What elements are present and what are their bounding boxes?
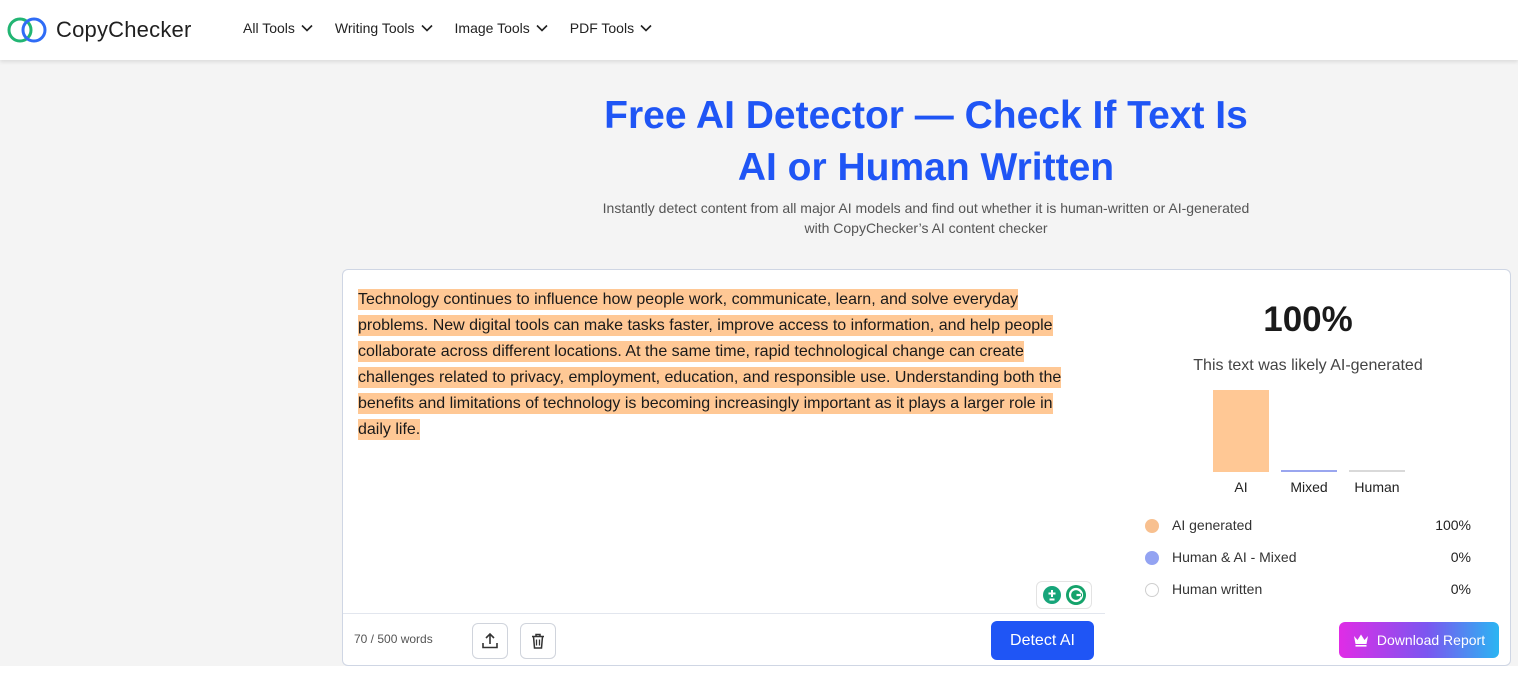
nav-label: Image Tools — [454, 20, 530, 36]
legend-row-mixed: Human & AI - Mixed 0% — [1145, 548, 1471, 580]
chevron-down-icon — [536, 24, 548, 32]
crown-icon — [1353, 634, 1368, 647]
page-title: Free AI Detector — Check If Text Is AI o… — [576, 90, 1276, 194]
text-input-panel: Technology continues to influence how pe… — [342, 269, 1106, 666]
nav-label: Writing Tools — [334, 20, 415, 36]
upload-icon — [482, 632, 498, 649]
page-title-line-1: Free AI Detector — Check If Text Is — [604, 94, 1248, 137]
nav-image-tools[interactable]: Image Tools — [455, 20, 548, 36]
lightbulb-plus-icon[interactable] — [1042, 585, 1062, 605]
download-report-button[interactable]: Download Report — [1339, 622, 1499, 658]
nav-all-tools[interactable]: All Tools — [243, 20, 313, 36]
legend-value: 100% — [1435, 517, 1471, 533]
legend-row-human: Human written 0% — [1145, 580, 1471, 612]
page-bottom-strip — [0, 666, 1518, 683]
chart-bar-human — [1349, 470, 1405, 472]
chart-category-label: AI — [1234, 479, 1247, 495]
legend-dot-mixed — [1145, 551, 1159, 565]
legend-value: 0% — [1450, 581, 1471, 597]
chart-category-label: Human — [1354, 479, 1399, 495]
brand-name: CopyChecker — [56, 17, 192, 42]
word-count: 70 / 500 words — [354, 632, 433, 646]
main-nav: All Tools Writing Tools Image Tools PDF … — [243, 20, 674, 36]
legend-value: 0% — [1450, 549, 1471, 565]
brand-logo[interactable]: CopyChecker — [6, 15, 191, 45]
download-report-label: Download Report — [1376, 632, 1486, 648]
clear-text-button[interactable] — [520, 623, 556, 659]
ai-score: 100% — [1263, 300, 1353, 339]
grammarly-icon[interactable] — [1065, 584, 1087, 606]
editor-footer: 70 / 500 words Detect AI — [343, 613, 1105, 666]
nav-label: PDF Tools — [569, 20, 635, 36]
detect-ai-button[interactable]: Detect AI — [991, 621, 1094, 660]
page-subtitle: Instantly detect content from all major … — [602, 200, 1250, 236]
legend-dot-human — [1145, 583, 1159, 597]
ai-highlighted-text: Technology continues to influence how pe… — [358, 289, 1062, 440]
chevron-down-icon — [301, 24, 313, 32]
legend-row-ai-generated: AI generated 100% — [1145, 516, 1471, 548]
nav-writing-tools[interactable]: Writing Tools — [335, 20, 433, 36]
nav-label: All Tools — [243, 20, 295, 36]
top-navbar: CopyChecker All Tools Writing Tools Imag… — [0, 0, 1518, 60]
chart-category-label: Mixed — [1290, 479, 1327, 495]
interlocking-rings-icon — [7, 17, 47, 43]
nav-pdf-tools[interactable]: PDF Tools — [570, 20, 652, 36]
verdict-text: This text was likely AI-generated — [1193, 357, 1423, 374]
legend-dot-ai — [1145, 519, 1159, 533]
ai-breakdown-chart: AI Mixed Human — [1213, 390, 1405, 495]
trash-icon — [532, 633, 544, 649]
chevron-down-icon — [420, 24, 433, 32]
result-legend: AI generated 100% Human & AI - Mixed 0% … — [1145, 516, 1471, 612]
chart-bar-mixed — [1281, 470, 1337, 472]
chart-bar-ai — [1213, 390, 1269, 472]
text-input-area[interactable]: Technology continues to influence how pe… — [358, 287, 1083, 443]
legend-label: AI generated — [1172, 517, 1253, 533]
browser-extension-icons — [1036, 581, 1092, 609]
legend-label: Human written — [1172, 581, 1263, 597]
page-title-line-2: AI or Human Written — [737, 146, 1115, 189]
result-panel: 100% This text was likely AI-generated A… — [1105, 269, 1511, 666]
legend-label: Human & AI - Mixed — [1172, 549, 1297, 565]
chevron-down-icon — [640, 24, 652, 32]
upload-button[interactable] — [472, 623, 508, 659]
